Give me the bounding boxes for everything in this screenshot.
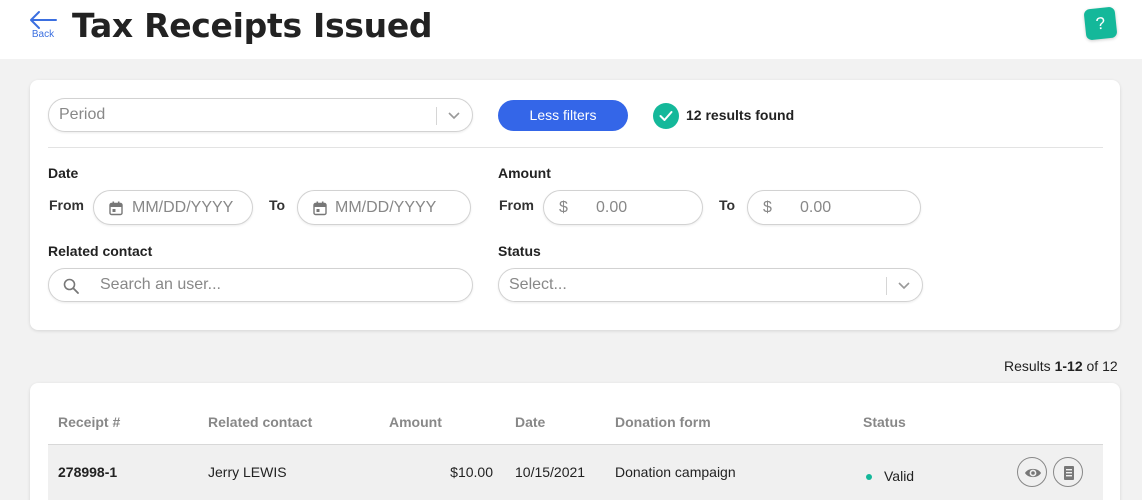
date-from-input[interactable]: MM/DD/YYYY (93, 190, 253, 225)
help-button[interactable]: ? (1083, 6, 1118, 41)
divider (48, 147, 1103, 148)
document-icon (1064, 466, 1074, 480)
amount-from-label: From (499, 197, 534, 213)
results-of: of (1086, 358, 1099, 374)
select-separator (886, 277, 887, 295)
page-title: Tax Receipts Issued (72, 6, 433, 45)
status-cell: Valid (884, 468, 915, 484)
amount-from-placeholder: 0.00 (596, 199, 628, 216)
results-prefix: Results (1004, 358, 1051, 374)
download-receipt-button[interactable] (1053, 457, 1083, 487)
column-header-related-contact[interactable]: Related contact (208, 414, 312, 430)
back-button[interactable]: Back (28, 10, 58, 40)
amount-to-placeholder: 0.00 (800, 199, 832, 216)
eye-icon (1025, 468, 1041, 478)
related-contact-cell: Jerry LEWIS (208, 464, 287, 480)
receipt-number: 278998-1 (58, 464, 118, 480)
date-from-placeholder: MM/DD/YYYY (132, 199, 234, 216)
currency-symbol: $ (763, 199, 772, 216)
amount-to-input[interactable]: $ 0.00 (747, 190, 921, 225)
search-icon (63, 278, 79, 294)
results-found-text: 12 results found (686, 107, 795, 123)
column-header-status[interactable]: Status (863, 414, 906, 430)
amount-from-input[interactable]: $ 0.00 (543, 190, 703, 225)
calendar-icon (109, 201, 123, 216)
donation-form-cell: Donation campaign (615, 464, 736, 480)
top-bar: Back Tax Receipts Issued ? (0, 0, 1142, 59)
back-label: Back (31, 29, 55, 40)
currency-symbol: $ (559, 199, 568, 216)
related-contact-placeholder: Search an user... (100, 276, 221, 293)
column-header-amount[interactable]: Amount (389, 414, 442, 430)
chevron-down-icon (448, 112, 460, 120)
date-from-label: From (49, 197, 84, 213)
chevron-down-icon (898, 282, 910, 290)
status-placeholder: Select... (509, 276, 567, 293)
period-select[interactable]: Period (48, 98, 473, 132)
date-label: Date (48, 165, 79, 181)
date-cell: 10/15/2021 (515, 464, 586, 480)
results-range: 1-12 (1054, 358, 1083, 374)
status-dot (866, 474, 872, 480)
less-filters-button[interactable]: Less filters (498, 100, 628, 131)
related-contact-search-input[interactable]: Search an user... (48, 268, 473, 302)
date-to-label: To (269, 197, 286, 213)
calendar-icon (313, 201, 327, 216)
amount-label: Amount (498, 165, 551, 181)
date-to-placeholder: MM/DD/YYYY (335, 199, 437, 216)
back-arrow-icon (30, 11, 57, 29)
status-label: Status (498, 243, 541, 259)
select-separator (436, 107, 437, 125)
check-icon (653, 103, 679, 129)
help-icon: ? (1094, 13, 1107, 34)
view-receipt-button[interactable] (1017, 457, 1047, 487)
results-total: 12 (1102, 358, 1118, 374)
amount-to-label: To (719, 197, 736, 213)
status-select[interactable]: Select... (498, 268, 923, 302)
date-to-input[interactable]: MM/DD/YYYY (297, 190, 471, 225)
column-header-receipt[interactable]: Receipt # (58, 414, 120, 430)
related-contact-label: Related contact (48, 243, 153, 259)
column-header-donation-form[interactable]: Donation form (615, 414, 711, 430)
results-count: Results 1-12 of 12 (1004, 358, 1118, 374)
column-header-date[interactable]: Date (515, 414, 545, 430)
amount-cell: $10.00 (450, 464, 493, 480)
period-placeholder: Period (59, 106, 106, 123)
